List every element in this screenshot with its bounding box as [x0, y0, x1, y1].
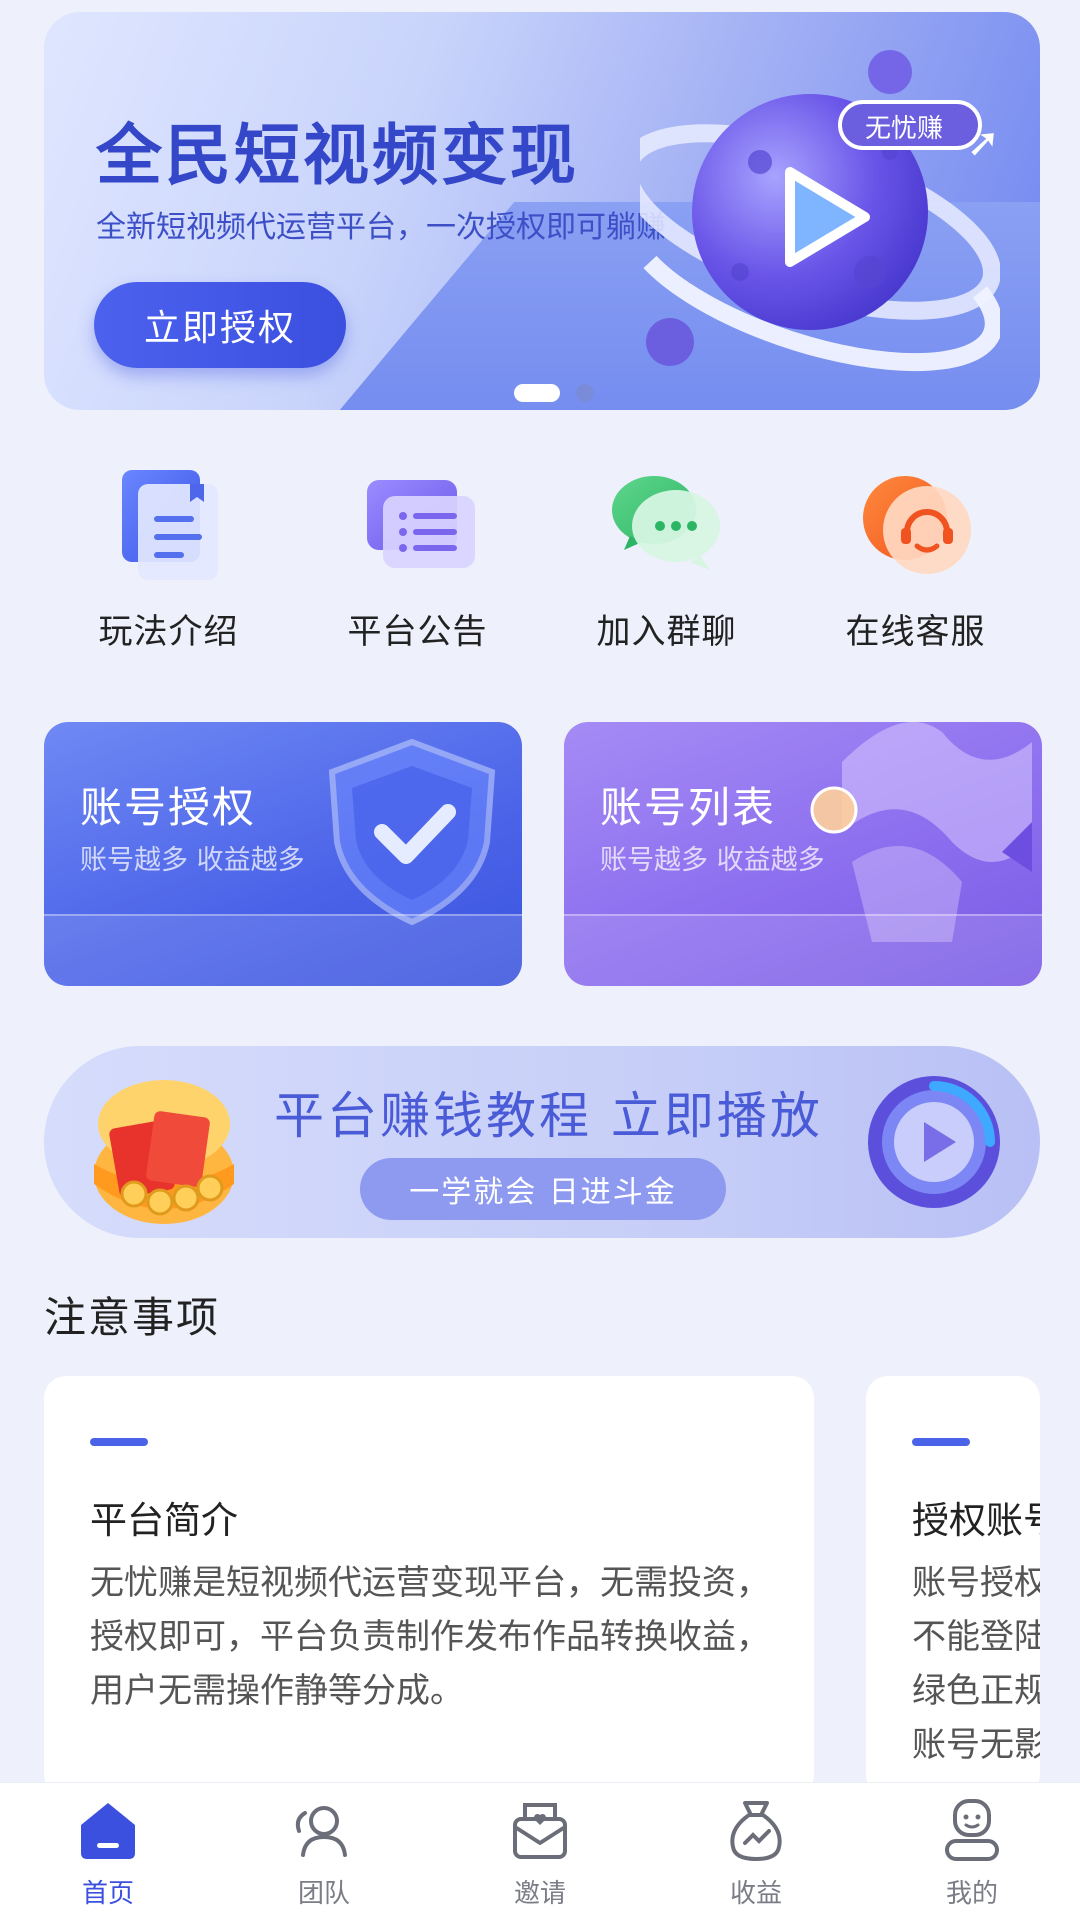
notice-line: 不能登陆: [912, 1617, 1040, 1657]
money-bag-icon: [730, 1801, 782, 1861]
bottom-tab-bar: 首页 团队 邀请 收益 我的: [0, 1782, 1080, 1920]
headset-icon: [862, 476, 971, 574]
menu-label: 玩法介绍: [98, 612, 239, 652]
announcement-list-icon: [366, 480, 475, 568]
tab-invite[interactable]: 邀请: [432, 1783, 648, 1920]
notice-title: 平台简介: [90, 1499, 238, 1542]
tutorial-banner[interactable]: 平台赚钱教程 立即播放 一学就会 日进斗金: [44, 1046, 1040, 1238]
notice-title: 授权账号: [912, 1499, 1040, 1542]
notice-line: 账号无影: [912, 1725, 1040, 1765]
tutorial-title: 平台赚钱教程 立即播放: [274, 1087, 823, 1145]
card-base: [564, 914, 1042, 986]
tab-label: 邀请: [513, 1879, 566, 1909]
notice-card[interactable]: 授权账号 账号授权 不能登陆 绿色正规 账号无影: [866, 1376, 1040, 1796]
authorize-now-button[interactable]: 立即授权: [94, 282, 346, 368]
menu-label: 平台公告: [347, 612, 488, 652]
home-page: 全民短视频变现 全新短视频代运营平台，一次授权即可躺赚 立即授权 无忧赚 ➚ 玩…: [0, 0, 1080, 1920]
quick-menu: 玩法介绍 平台公告 加入群聊 在线客服: [44, 460, 1040, 660]
menu-item-announcement[interactable]: 平台公告: [293, 460, 542, 660]
planet-illustration: [640, 50, 1000, 372]
notices-section-title: 注意事项: [44, 1293, 221, 1342]
notice-accent-bar: [912, 1438, 970, 1446]
menu-item-join-group[interactable]: 加入群聊: [542, 460, 791, 660]
notice-card[interactable]: 平台简介 无忧赚是短视频代运营变现平台，无需投资，授权即可，平台负责制作发布作品…: [44, 1376, 814, 1796]
hero-subtitle: 全新短视频代运营平台，一次授权即可躺赚: [96, 210, 666, 245]
card-title: 账号授权: [80, 783, 257, 832]
carousel-dot-active[interactable]: [514, 384, 560, 402]
carousel-dot[interactable]: [576, 384, 594, 402]
hero-tag: 无忧赚: [864, 114, 943, 144]
tutorial-pill: 一学就会 日进斗金: [360, 1158, 726, 1220]
tab-label: 我的: [945, 1879, 998, 1909]
profile-icon: [945, 1799, 999, 1861]
red-packet-icon: [94, 1080, 234, 1224]
tab-label: 团队: [297, 1879, 350, 1909]
hero-title: 全民短视频变现: [96, 117, 579, 194]
card-base: [44, 914, 522, 986]
tab-label: 首页: [81, 1879, 134, 1909]
card-subtitle: 账号越多 收益越多: [600, 845, 825, 876]
carousel-indicator: [514, 384, 594, 402]
notice-body: 账号授权 不能登陆 绿色正规 账号无影: [912, 1556, 1040, 1772]
account-list-card[interactable]: 账号列表 账号越多 收益越多: [564, 722, 1042, 986]
notice-accent-bar: [90, 1438, 148, 1446]
tab-home[interactable]: 首页: [0, 1783, 216, 1920]
tab-earnings[interactable]: 收益: [648, 1783, 864, 1920]
team-icon: [295, 1806, 347, 1857]
menu-label: 加入群聊: [596, 612, 737, 652]
tab-profile[interactable]: 我的: [864, 1783, 1080, 1920]
tab-label: 收益: [729, 1879, 782, 1909]
cursor-icon: ➚: [966, 120, 1000, 166]
card-subtitle: 账号越多 收益越多: [80, 845, 305, 876]
invite-envelope-icon: [513, 1803, 567, 1859]
notice-body: 无忧赚是短视频代运营变现平台，无需投资，授权即可，平台负责制作发布作品转换收益，…: [90, 1563, 770, 1711]
menu-label: 在线客服: [845, 612, 986, 652]
play-icon[interactable]: [864, 1072, 1004, 1212]
document-icon: [121, 470, 218, 580]
hero-banner[interactable]: 全民短视频变现 全新短视频代运营平台，一次授权即可躺赚 立即授权 无忧赚 ➚: [44, 12, 1040, 410]
menu-item-gameplay-intro[interactable]: 玩法介绍: [44, 460, 293, 660]
chat-bubbles-icon: [611, 476, 720, 570]
tab-team[interactable]: 团队: [216, 1783, 432, 1920]
notice-line: 账号授权: [912, 1563, 1040, 1603]
card-title: 账号列表: [600, 783, 777, 832]
home-icon: [81, 1803, 135, 1859]
shield-check-icon: [328, 738, 496, 926]
menu-item-customer-service[interactable]: 在线客服: [791, 460, 1040, 660]
notice-line: 绿色正规: [912, 1671, 1040, 1711]
account-authorize-card[interactable]: 账号授权 账号越多 收益越多: [44, 722, 522, 986]
